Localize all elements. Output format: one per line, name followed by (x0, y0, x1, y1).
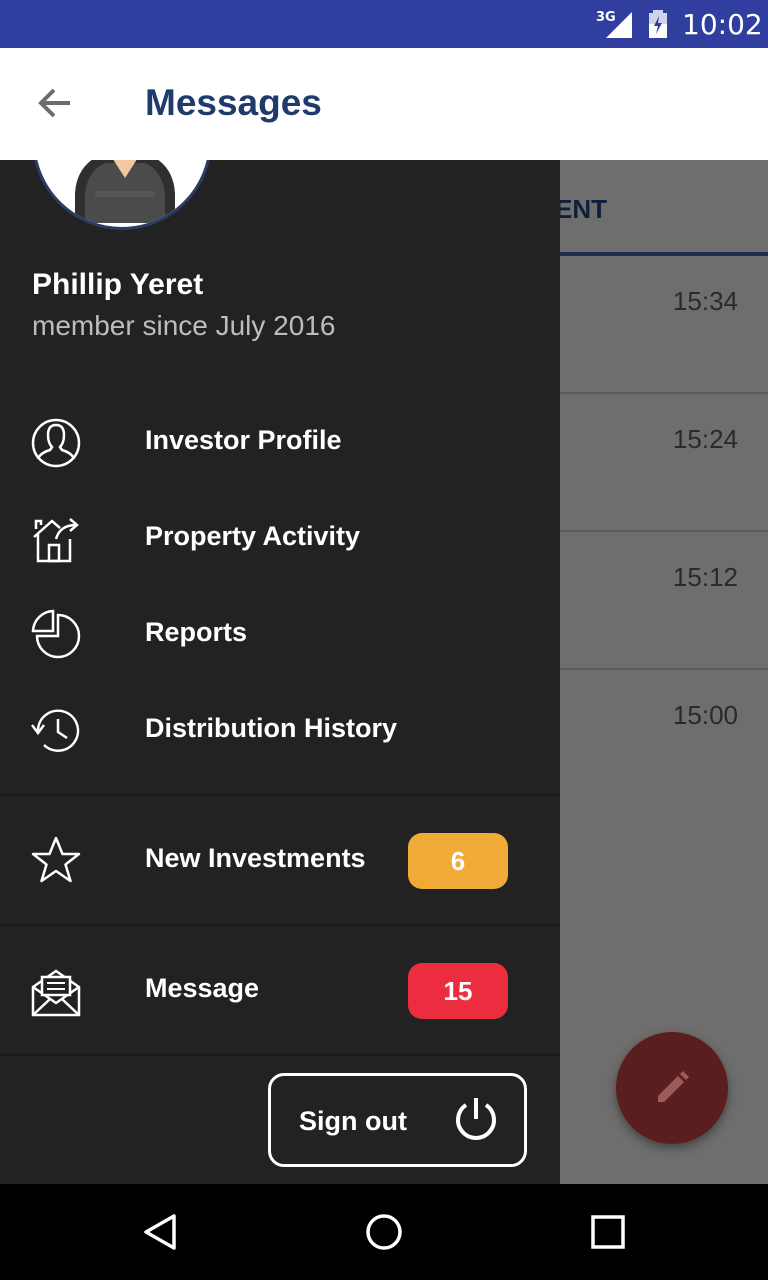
drawer-divider (0, 1054, 560, 1056)
history-icon (31, 709, 80, 752)
sign-out-label: Sign out (299, 1106, 407, 1136)
list-item: 15:34 (560, 256, 768, 394)
avatar (32, 160, 212, 230)
message-time: 15:12 (672, 562, 738, 592)
drawer-item-label: Distribution History (145, 713, 398, 743)
battery-icon (649, 10, 667, 38)
drawer-item-reports[interactable]: Reports (0, 587, 560, 683)
home-circle-icon[interactable] (364, 1212, 404, 1252)
drawer-item-distribution-history[interactable]: Distribution History (0, 683, 560, 779)
drawer-item-investor-profile[interactable]: Investor Profile (0, 395, 560, 491)
drawer-divider (0, 924, 560, 926)
back-triangle-icon[interactable] (140, 1212, 180, 1252)
back-arrow-icon[interactable] (30, 78, 80, 128)
drawer-item-label: Message (145, 973, 260, 1003)
count-badge: 15 (408, 963, 508, 1019)
user-icon (31, 418, 81, 468)
compose-button[interactable] (616, 1032, 728, 1144)
drawer-item-message[interactable]: Message 15 (0, 943, 560, 1039)
drawer-item-new-investments[interactable]: New Investments 6 (0, 813, 560, 909)
recents-square-icon[interactable] (588, 1212, 628, 1252)
signal-icon (606, 12, 632, 38)
pie-chart-icon (31, 609, 81, 659)
clock: 10:02 (682, 8, 763, 41)
user-avatar-icon (75, 160, 175, 223)
member-since: member since July 2016 (32, 310, 336, 341)
list-item: 15:00 (560, 670, 768, 808)
drawer-item-label: Property Activity (145, 521, 361, 551)
app-bar: Messages (0, 48, 768, 160)
user-name: Phillip Yeret (32, 268, 204, 301)
page-title: Messages (145, 82, 322, 123)
sign-out-button[interactable]: Sign out (268, 1073, 527, 1167)
drawer-item-label: New Investments (145, 843, 366, 873)
drawer-divider (0, 794, 560, 796)
power-icon (456, 1098, 496, 1140)
tab-partial-label: ENT (555, 194, 607, 224)
drawer-item-label: Reports (145, 617, 248, 647)
house-arrow-icon (33, 518, 79, 563)
system-nav-bar (0, 1184, 768, 1280)
envelope-icon (31, 969, 81, 1017)
message-time: 15:24 (672, 424, 738, 454)
status-bar: 3G 10:02 (0, 0, 768, 48)
pencil-icon (658, 1071, 689, 1102)
message-time: 15:34 (672, 286, 738, 316)
star-icon (31, 836, 81, 883)
navigation-drawer: Phillip Yeret member since July 2016 Inv… (0, 160, 560, 1184)
drawer-item-label: Investor Profile (145, 425, 342, 455)
list-item: 15:12 (560, 532, 768, 670)
count-badge: 6 (408, 833, 508, 889)
drawer-item-property-activity[interactable]: Property Activity (0, 491, 560, 587)
list-item: 15:24 (560, 394, 768, 532)
message-time: 15:00 (672, 700, 738, 730)
